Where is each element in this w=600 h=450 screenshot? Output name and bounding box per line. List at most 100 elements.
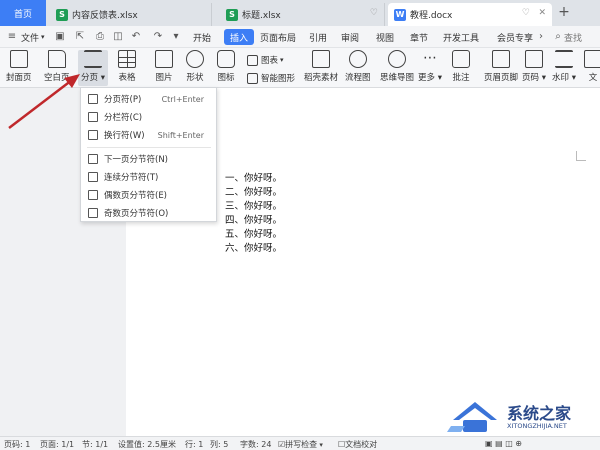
menu-developer[interactable]: 开发工具: [443, 26, 479, 48]
table-button[interactable]: 表格: [118, 50, 136, 83]
site-watermark: 系统之家 XITONGZHIJIA.NET: [445, 396, 600, 436]
even-page-section-icon: [88, 190, 98, 200]
menu-file[interactable]: 文件 ▾: [21, 26, 45, 48]
header-footer-icon: [492, 50, 510, 68]
comment-button[interactable]: 批注: [452, 50, 470, 83]
blank-page-icon: [47, 50, 66, 68]
menu-page-layout[interactable]: 页面布局: [260, 26, 296, 48]
more-label: 更多 ▾: [418, 73, 442, 83]
table-icon: [118, 50, 136, 68]
add-tab-icon[interactable]: +: [556, 4, 572, 20]
shape-icon: [186, 50, 204, 68]
blank-page-button[interactable]: 空白页: [44, 50, 70, 83]
menu-review[interactable]: 审阅: [341, 26, 359, 48]
document-icon: W: [394, 8, 406, 21]
dropdown-item-odd-page-section[interactable]: 奇数页分节符(O): [81, 204, 216, 222]
hamburger-icon[interactable]: ≡: [6, 26, 18, 48]
column-break-icon: [88, 112, 98, 122]
dropdown-item-even-page-section[interactable]: 偶数页分节符(E): [81, 186, 216, 204]
close-icon[interactable]: ✕: [538, 8, 546, 18]
document-proofread[interactable]: ☐文档校对: [338, 439, 377, 450]
cover-page-button[interactable]: 封面页: [6, 50, 32, 83]
menu-chapter[interactable]: 章节: [410, 26, 428, 48]
margin-corner: [576, 151, 586, 161]
more-button[interactable]: ⋯ 更多 ▾: [418, 50, 442, 83]
print-icon[interactable]: ⎙: [94, 26, 106, 48]
mind-map-button[interactable]: 思维导图: [380, 50, 414, 83]
chart-button[interactable]: 图表 ▾: [247, 54, 284, 66]
picture-button[interactable]: 图片: [155, 50, 173, 83]
tab-bar: 首页 S 内容反馈表.xlsx S 标题.xlsx ♡ W 教程.docx ♡ …: [0, 0, 600, 26]
status-word-count[interactable]: 字数: 24: [240, 439, 271, 450]
line-break-icon: [88, 130, 98, 140]
dropdown-item-line-break[interactable]: 换行符(W) Shift+Enter: [81, 126, 216, 144]
smart-graphic-button[interactable]: 智能图形: [247, 72, 295, 84]
menu-insert[interactable]: 插入: [224, 29, 255, 45]
flowchart-button[interactable]: 流程图: [345, 50, 371, 83]
watermark-icon: [554, 50, 573, 68]
status-page-number[interactable]: 页码: 1: [4, 439, 30, 450]
chevron-right-icon[interactable]: ›: [535, 26, 547, 48]
more-dots-icon: ⋯: [422, 50, 437, 66]
next-page-section-icon: [88, 154, 98, 164]
status-column: 列: 5: [210, 440, 229, 449]
tab-feedback-xlsx[interactable]: S 内容反馈表.xlsx: [50, 3, 212, 26]
pin-icon[interactable]: ♡: [522, 8, 530, 18]
watermark-label: 水印 ▾: [552, 73, 576, 83]
header-footer-button[interactable]: 页眉页脚: [484, 50, 518, 83]
spell-check-toggle[interactable]: ☑拼写检查 ▾: [278, 439, 323, 450]
continuous-section-icon: [88, 172, 98, 182]
page-break-dropdown: 分页符(P) Ctrl+Enter 分栏符(C) 换行符(W) Shift+En…: [80, 87, 217, 222]
material-icon: [312, 50, 330, 68]
page-break-icon: [83, 50, 102, 68]
pin-icon[interactable]: ♡: [370, 8, 378, 18]
save-icon[interactable]: ▣: [54, 26, 66, 48]
menu-start[interactable]: 开始: [193, 26, 211, 48]
redo-icon[interactable]: ↷: [152, 26, 164, 48]
dropdown-item-next-page-section[interactable]: 下一页分节符(N): [81, 150, 216, 168]
page-number-button[interactable]: 页码 ▾: [522, 50, 546, 83]
dropdown-item-column-break[interactable]: 分栏符(C): [81, 108, 216, 126]
page-number-label: 页码 ▾: [522, 73, 546, 83]
ribbon: 封面页 空白页 分页 ▾ 表格 图片 形状 图标 图表 ▾ 智能图形 稻壳素材 流…: [0, 48, 600, 88]
undo-icon[interactable]: ↶: [130, 26, 142, 48]
odd-page-section-icon: [88, 208, 98, 218]
tab-title-xlsx[interactable]: S 标题.xlsx ♡: [220, 3, 385, 26]
cover-page-icon: [9, 50, 28, 68]
menu-member[interactable]: 会员专享: [497, 26, 533, 48]
dropdown-item-continuous-section[interactable]: 连续分节符(T): [81, 168, 216, 186]
status-bar: 页码: 1 页面: 1/1 节: 1/1 设置值: 2.5厘米 行: 1 列: …: [0, 436, 600, 450]
preview-icon[interactable]: ◫: [112, 26, 124, 48]
search-box[interactable]: ⌕ 查找: [552, 26, 582, 48]
page-break-label: 分页 ▾: [81, 73, 105, 83]
icon-button[interactable]: 图标: [217, 50, 235, 83]
status-pages[interactable]: 页面: 1/1: [40, 439, 74, 450]
status-setting[interactable]: 设置值: 2.5厘米: [118, 439, 176, 450]
comment-icon: [452, 50, 470, 68]
watermark-subtitle: XITONGZHIJIA.NET: [507, 422, 567, 430]
document-line: 五、你好呀。: [225, 229, 283, 240]
tab-tutorial-docx[interactable]: W 教程.docx ♡ ✕: [388, 3, 552, 26]
more-icon[interactable]: ▾: [170, 26, 182, 48]
dropdown-item-page-break[interactable]: 分页符(P) Ctrl+Enter: [81, 90, 216, 108]
text-icon: [584, 50, 600, 68]
menu-references[interactable]: 引用: [309, 26, 327, 48]
tab-label: 教程.docx: [410, 11, 453, 21]
watermark-button[interactable]: 水印 ▾: [552, 50, 576, 83]
docer-material-button[interactable]: 稻壳素材: [304, 50, 338, 83]
shape-button[interactable]: 形状: [186, 50, 204, 83]
status-section[interactable]: 节: 1/1: [82, 439, 108, 450]
spreadsheet-icon: S: [56, 8, 68, 21]
view-mode-icons[interactable]: ▣ ▤ ◫ ⊕: [485, 439, 522, 448]
icons-icon: [217, 50, 235, 68]
page-break-button[interactable]: 分页 ▾: [78, 50, 108, 86]
menu-view[interactable]: 视图: [376, 26, 394, 48]
tab-label: 标题.xlsx: [242, 11, 281, 21]
page-break-icon: [88, 94, 98, 104]
document-line: 四、你好呀。: [225, 215, 283, 226]
tab-home[interactable]: 首页: [0, 0, 46, 26]
watermark-title: 系统之家: [507, 404, 572, 423]
export-icon[interactable]: ⇱: [74, 26, 86, 48]
search-placeholder: 查找: [564, 33, 583, 44]
text-button[interactable]: 文: [584, 50, 600, 83]
